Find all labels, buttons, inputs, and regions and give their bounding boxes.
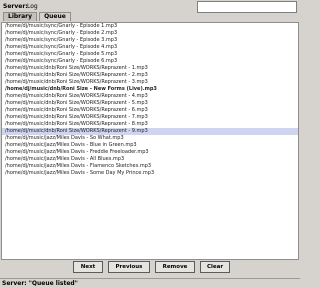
- queue-item[interactable]: /home/dj/music/sync/Gnarly - Episode 5.m…: [2, 51, 298, 58]
- queue-item[interactable]: /home/dj/music/dnb/Roni Size/WORKS/Repra…: [2, 128, 298, 135]
- queue-item[interactable]: /home/dj/music/sync/Gnarly - Episode 6.m…: [2, 58, 298, 65]
- queue-item[interactable]: /home/dj/music/dnb/Roni Size/WORKS/Repra…: [2, 100, 298, 107]
- server-name: Log: [27, 2, 38, 10]
- queue-item[interactable]: /home/dj/music/jazz/Miles Davis - Freddi…: [2, 149, 298, 156]
- remove-button[interactable]: Remove: [155, 261, 195, 273]
- queue-item[interactable]: /home/dj/music/jazz/Miles Davis - Blue i…: [2, 142, 298, 149]
- queue-item[interactable]: /home/dj/music/dnb/Roni Size/WORKS/Repra…: [2, 93, 298, 100]
- queue-item[interactable]: /home/dj/music/sync/Gnarly - Episode 1.m…: [2, 23, 298, 30]
- queue-item[interactable]: /home/dj/music/dnb/Roni Size/WORKS/Repra…: [2, 114, 298, 121]
- search-input[interactable]: [197, 1, 297, 13]
- status-bar: Server: "Queue listed": [0, 278, 300, 288]
- queue-item[interactable]: /home/dj/music/dnb/Roni Size/WORKS/Repra…: [2, 107, 298, 114]
- next-button[interactable]: Next: [73, 261, 103, 273]
- server-label: Server:: [3, 2, 28, 10]
- queue-item[interactable]: /home/dj/music/sync/Gnarly - Episode 3.m…: [2, 37, 298, 44]
- previous-button[interactable]: Previous: [108, 261, 150, 273]
- queue-item[interactable]: /home/dj/music/jazz/Miles Davis - So Wha…: [2, 135, 298, 142]
- tab-bar: Library Queue: [3, 12, 73, 22]
- queue-item[interactable]: /home/dj/music/dnb/Roni Size/WORKS/Repra…: [2, 65, 298, 72]
- queue-item[interactable]: /home/dj/music/sync/Gnarly - Episode 2.m…: [2, 30, 298, 37]
- tab-queue[interactable]: Queue: [39, 12, 71, 21]
- tab-library[interactable]: Library: [3, 12, 38, 21]
- queue-item[interactable]: /home/dj/music/jazz/Miles Davis - Flamen…: [2, 163, 298, 170]
- queue-item[interactable]: /home/dj/music/dnb/Roni Size/WORKS/Repra…: [2, 72, 298, 79]
- queue-item[interactable]: /home/dj/music/sync/Gnarly - Episode 4.m…: [2, 44, 298, 51]
- queue-list[interactable]: /home/dj/music/sync/Gnarly - Episode 1.m…: [1, 22, 299, 260]
- queue-item[interactable]: /home/dj/music/dnb/Roni Size/WORKS/Repra…: [2, 79, 298, 86]
- queue-item[interactable]: /home/dj/music/jazz/Miles Davis - All Bl…: [2, 156, 298, 163]
- queue-item[interactable]: /home/dj/music/dnb/Roni Size - New Forms…: [2, 86, 298, 93]
- button-row: Next Previous Remove Clear: [73, 261, 233, 273]
- top-bar: Server: Log: [0, 0, 300, 13]
- queue-item[interactable]: /home/dj/music/dnb/Roni Size/WORKS/Repra…: [2, 121, 298, 128]
- clear-button[interactable]: Clear: [200, 261, 230, 273]
- queue-item[interactable]: /home/dj/music/jazz/Miles Davis - Some D…: [2, 170, 298, 177]
